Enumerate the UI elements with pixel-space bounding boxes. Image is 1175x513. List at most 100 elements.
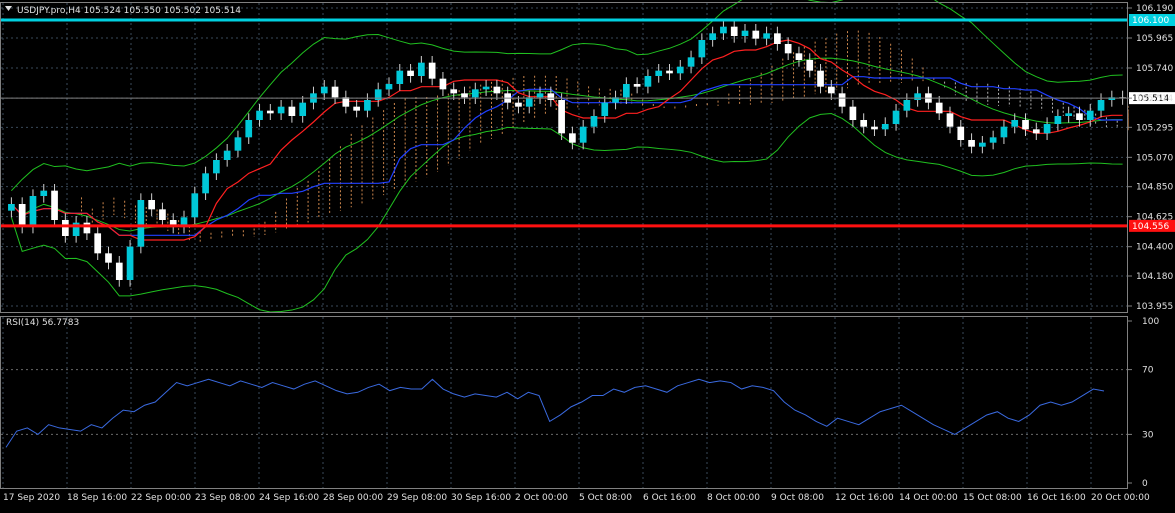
- candle-body: [29, 196, 37, 227]
- candle-body: [266, 110, 274, 114]
- level-tag-label: 104.556: [1132, 222, 1169, 232]
- horizontal-lines: 106.100 104.556 105.514: [1, 14, 1175, 232]
- rsi-tick-label: 0: [1142, 479, 1148, 489]
- kijun-line: [10, 76, 1123, 236]
- candle-body: [698, 40, 706, 58]
- rsi-panel-border: [0, 316, 1128, 489]
- candle-body: [1011, 120, 1019, 127]
- candle-body: [61, 220, 69, 236]
- candle-body: [1032, 129, 1040, 134]
- candle-body: [1054, 116, 1062, 124]
- candle-body: [622, 84, 630, 98]
- candle-body: [418, 62, 425, 76]
- candle-body: [784, 44, 792, 54]
- x-tick-label: 23 Sep 08:00: [195, 493, 255, 503]
- y-tick-label: 105.514: [1136, 94, 1173, 104]
- candle-body: [1076, 113, 1083, 120]
- candle-body: [342, 97, 350, 107]
- candle-body: [881, 124, 889, 130]
- candle-body: [8, 204, 15, 211]
- candle-body: [666, 70, 673, 74]
- candle-body: [51, 190, 58, 220]
- rsi-panel: 100 70 30 0: [1, 317, 1159, 489]
- candle-body: [407, 70, 414, 76]
- candle-body: [968, 140, 975, 147]
- candle-body: [515, 102, 522, 107]
- candle-body: [590, 116, 598, 127]
- candle-body: [450, 89, 458, 94]
- symbol-info: USDJPY.pro,H4 105.524 105.550 105.502 10…: [17, 6, 241, 16]
- bollinger-bands: [10, 0, 1123, 313]
- candle-body: [320, 86, 328, 94]
- candle-body: [601, 102, 609, 116]
- rsi-line: [5, 378, 1105, 448]
- bollinger-lower: [10, 113, 1123, 313]
- x-tick-label: 16 Oct 16:00: [1027, 493, 1086, 503]
- ichimoku-cloud: [81, 30, 1129, 242]
- candle-body: [633, 84, 641, 87]
- candle-body: [223, 150, 231, 160]
- y-tick-label: 106.190: [1136, 4, 1173, 14]
- candle-body: [806, 60, 814, 71]
- candle-body: [741, 30, 749, 36]
- candle-body: [1086, 110, 1094, 120]
- candle-body: [763, 33, 770, 39]
- candle-body: [1043, 124, 1051, 134]
- candle-body: [655, 70, 663, 76]
- candle-body: [903, 100, 911, 111]
- x-tick-label: 18 Sep 16:00: [67, 493, 127, 503]
- candle-body: [105, 253, 112, 263]
- candle-body: [979, 142, 986, 147]
- y-tick-label: 105.965: [1136, 34, 1173, 44]
- y-tick-label: 105.295: [1136, 123, 1173, 133]
- x-tick-label: 22 Sep 00:00: [131, 493, 191, 503]
- x-tick-label: 30 Sep 16:00: [451, 493, 511, 503]
- price-chart: 106.100104.556105.514 10070300 106.19010…: [0, 0, 1175, 503]
- x-tick-label: 17 Sep 2020: [3, 493, 60, 503]
- candle-body: [525, 97, 533, 107]
- grid-layer: [1, 3, 1128, 488]
- x-tick-label: 20 Oct 00:00: [1091, 493, 1150, 503]
- candle-body: [935, 102, 943, 114]
- candle-body: [213, 160, 220, 174]
- y-tick-label: 104.400: [1136, 243, 1173, 253]
- candle-body: [493, 86, 501, 94]
- candle-body: [18, 204, 26, 227]
- candle-body: [364, 100, 371, 111]
- candle-body: [83, 222, 91, 234]
- x-tick-label: 12 Oct 16:00: [835, 493, 894, 503]
- candle-body: [547, 93, 555, 100]
- candle-body: [94, 233, 102, 254]
- candle-body: [774, 33, 781, 44]
- candle-body: [957, 126, 965, 140]
- candle-body: [558, 100, 565, 134]
- candle-body: [40, 190, 48, 196]
- candle-body: [989, 137, 997, 143]
- rsi-tick-label: 30: [1142, 430, 1154, 440]
- candle-body: [256, 110, 263, 120]
- x-tick-label: 9 Oct 08:00: [771, 493, 824, 503]
- y-tick-label: 103.955: [1136, 302, 1173, 312]
- x-tick-label: 24 Sep 16:00: [259, 493, 319, 503]
- candle-body: [676, 66, 684, 74]
- y-tick-label: 105.070: [1136, 153, 1173, 163]
- candle-body: [1000, 126, 1008, 138]
- x-tick-label: 14 Oct 00:00: [899, 493, 958, 503]
- candle-body: [860, 120, 868, 127]
- candle-body: [817, 70, 824, 87]
- rsi-tick-label: 70: [1142, 366, 1154, 376]
- candle-body: [137, 200, 145, 247]
- candle-body: [720, 26, 727, 34]
- candle-body: [245, 120, 253, 138]
- candle-body: [752, 30, 760, 39]
- candle-body: [126, 246, 134, 280]
- x-tick-label: 28 Sep 00:00: [323, 493, 383, 503]
- candle-body: [1065, 113, 1073, 116]
- chart-container: 106.100 104.556 105.514 100 70 30 0 106.190 10…: [0, 0, 1175, 509]
- candle-body: [914, 93, 921, 100]
- y-tick-label: 105.740: [1136, 64, 1173, 74]
- y-tick-label: 104.180: [1136, 272, 1173, 282]
- candle-body: [191, 193, 199, 218]
- candle-body: [428, 62, 436, 79]
- candle-body: [277, 106, 285, 114]
